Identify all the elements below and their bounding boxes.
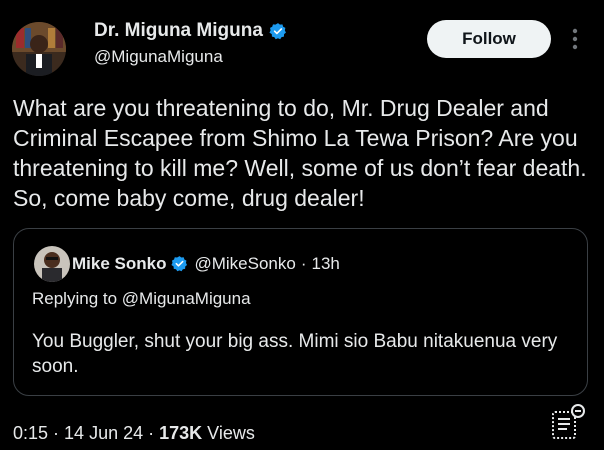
quote-header: Mike Sonko @MikeSonko · 13h	[72, 254, 340, 274]
quote-author-name[interactable]: Mike Sonko	[72, 254, 166, 274]
views-count: 173K	[159, 423, 203, 443]
author-handle[interactable]: @MigunaMiguna	[94, 47, 223, 67]
follow-button[interactable]: Follow	[427, 20, 551, 58]
verified-badge-icon	[171, 255, 189, 273]
separator-dot: ·	[53, 423, 60, 443]
verified-badge-icon	[269, 22, 287, 40]
quote-timestamp[interactable]: 13h	[312, 254, 340, 274]
quote-author-handle[interactable]: @MikeSonko	[194, 254, 295, 274]
views-label: Views	[207, 423, 255, 443]
tweet-date[interactable]: 14 Jun 24	[64, 423, 143, 444]
quote-avatar[interactable]	[34, 246, 70, 282]
quoted-tweet-card[interactable]: Mike Sonko @MikeSonko · 13h Replying to …	[13, 228, 588, 396]
separator-dot: ·	[148, 423, 155, 443]
author-name[interactable]: Dr. Miguna Miguna	[94, 20, 263, 42]
more-vertical-icon[interactable]	[566, 26, 584, 52]
separator-dot: ·	[300, 254, 307, 273]
tweet-text: What are you threatening to do, Mr. Drug…	[13, 95, 587, 211]
tweet-meta: 0:15 · 14 Jun 24 · 173K Views	[13, 423, 255, 444]
quote-text: You Buggler, shut your big ass. Mimi sio…	[32, 331, 558, 377]
author-name-row[interactable]: Dr. Miguna Miguna	[94, 20, 287, 42]
video-time[interactable]: 0:15	[13, 423, 48, 444]
author-avatar[interactable]	[12, 22, 66, 76]
replying-to-label[interactable]: Replying to @MigunaMiguna	[32, 289, 251, 309]
reader-icon[interactable]	[548, 402, 588, 442]
